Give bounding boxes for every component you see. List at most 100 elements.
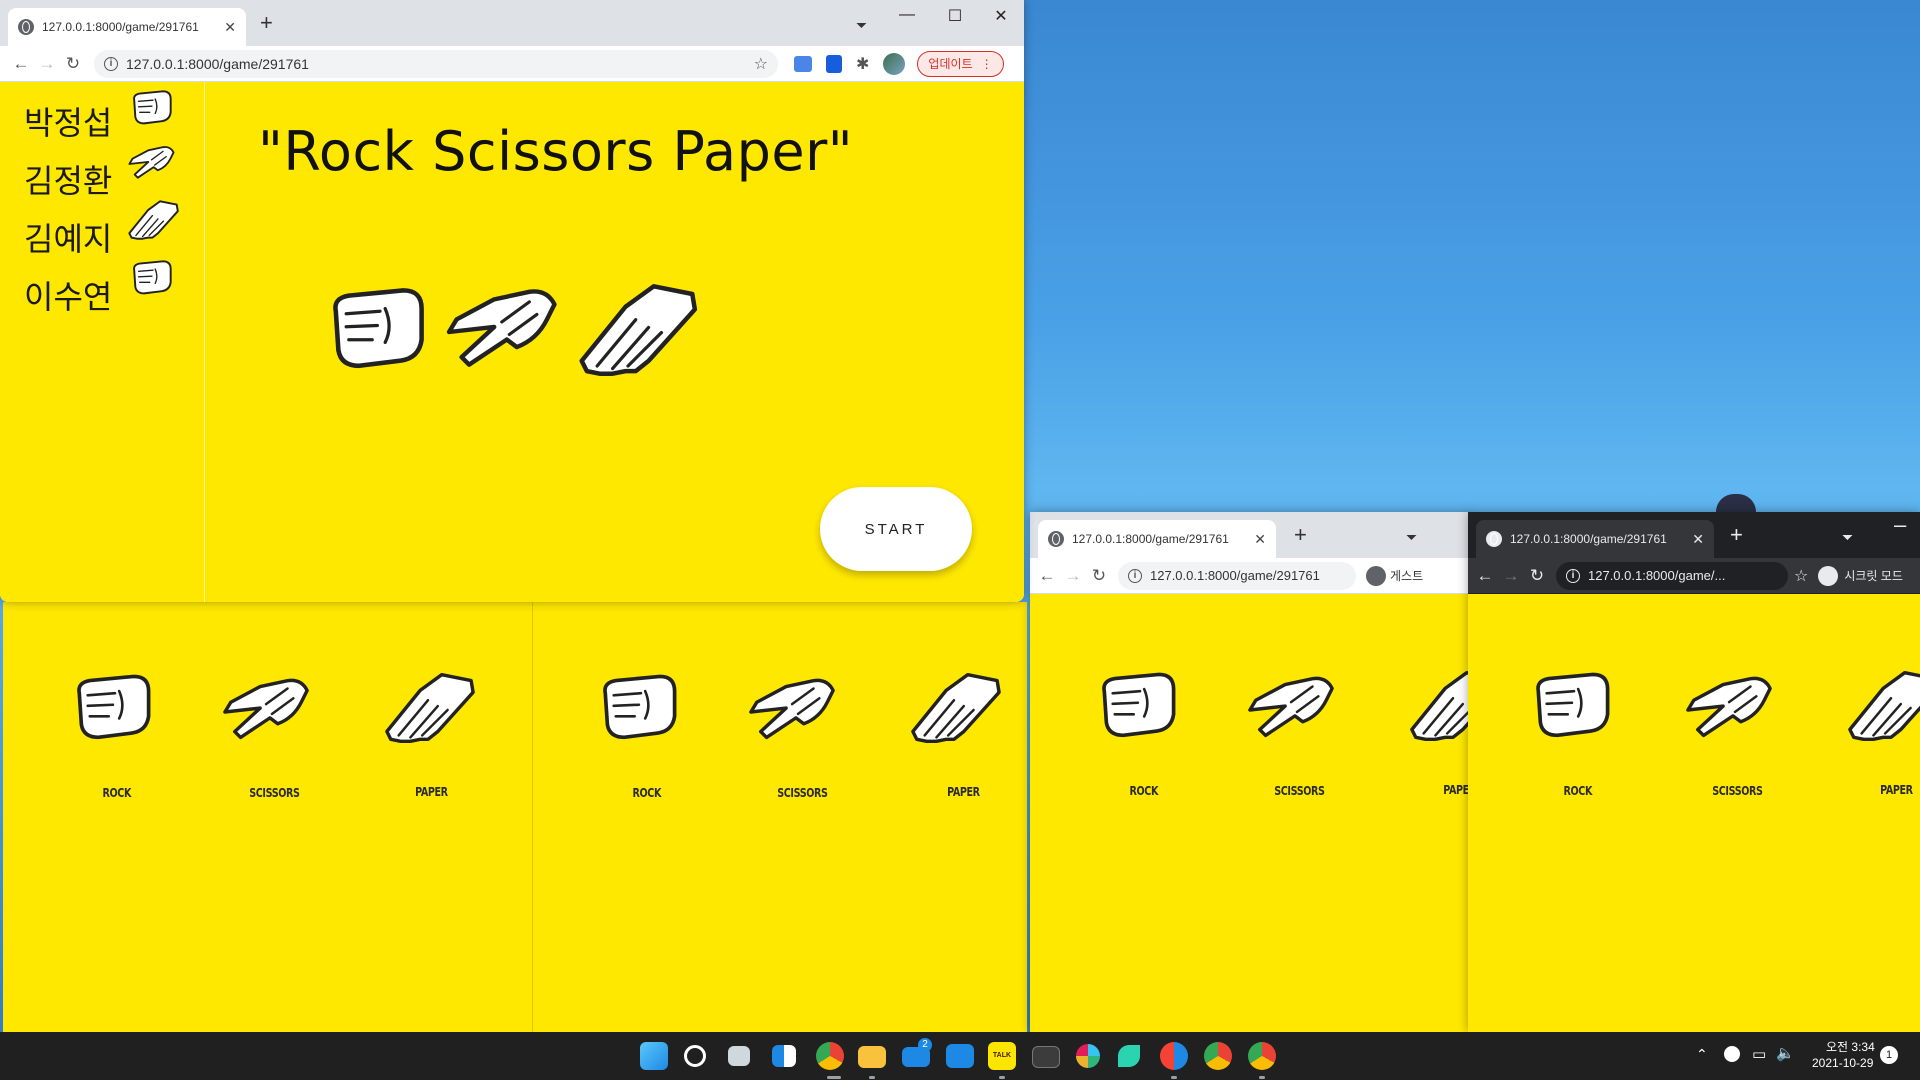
- translate-extension-icon[interactable]: [794, 55, 812, 72]
- player-name: 박정섭: [24, 104, 113, 142]
- scissors-icon[interactable]: [1246, 670, 1338, 750]
- incognito-icon[interactable]: [1818, 565, 1839, 586]
- forward-icon[interactable]: →: [1498, 566, 1524, 586]
- browser-toolbar: ← → ↻ i 127.0.0.1:8000/game/291761 게스트: [1030, 558, 1470, 594]
- close-tab-icon[interactable]: ✕: [1254, 531, 1266, 548]
- update-label: 업데이트: [928, 57, 973, 71]
- profile-label[interactable]: 시크릿 모드: [1844, 567, 1903, 584]
- windows-start-icon[interactable]: [640, 1042, 668, 1070]
- chrome-beta-icon[interactable]: [1160, 1042, 1188, 1070]
- bitwarden-extension-icon[interactable]: [826, 54, 842, 73]
- bookmark-star-icon[interactable]: ☆: [1794, 566, 1808, 586]
- clock-date[interactable]: 2021-10-29: [1812, 1056, 1873, 1070]
- browser-tab[interactable]: 127.0.0.1:8000/game/291761 ✕: [1038, 520, 1276, 558]
- profile-icon[interactable]: [1366, 565, 1386, 586]
- chrome-icon[interactable]: [1204, 1042, 1232, 1070]
- profile-avatar[interactable]: [883, 52, 906, 75]
- scissors-label: SCISSORS: [249, 786, 300, 800]
- update-button[interactable]: 업데이트 ⋮: [917, 50, 1004, 77]
- search-icon[interactable]: [684, 1045, 706, 1067]
- scissors-icon[interactable]: [747, 672, 839, 752]
- show-hidden-icons[interactable]: ⌃: [1696, 1046, 1708, 1063]
- clock-time[interactable]: 오전 3:34: [1826, 1038, 1875, 1055]
- paper-icon: [128, 200, 179, 240]
- browser-window-main: 127.0.0.1:8000/game/291761 ✕ + ⏷ — ☐ ✕ ←…: [0, 0, 1024, 602]
- tray-app-icon[interactable]: [1724, 1046, 1740, 1062]
- site-info-icon[interactable]: i: [1566, 568, 1580, 583]
- close-tab-icon[interactable]: ✕: [224, 19, 236, 36]
- rock-icon[interactable]: [1098, 668, 1182, 748]
- paper-label: PAPER: [1880, 783, 1913, 797]
- address-bar[interactable]: i 127.0.0.1:8000/game/291761 ☆: [94, 49, 778, 78]
- terminal-icon[interactable]: [1032, 1046, 1060, 1068]
- browser-toolbar: ← → ↻ i 127.0.0.1:8000/game/291761 ☆ ✱ 업…: [0, 46, 1024, 82]
- forward-icon[interactable]: →: [1060, 566, 1086, 586]
- address-bar[interactable]: i 127.0.0.1:8000/game/291761: [1118, 561, 1356, 590]
- new-tab-button[interactable]: +: [1294, 524, 1307, 546]
- tab-search-icon[interactable]: ⏷: [1406, 528, 1417, 546]
- kakaotalk-icon[interactable]: TALK: [988, 1042, 1016, 1070]
- close-window-button[interactable]: ✕: [978, 6, 1024, 26]
- new-tab-button[interactable]: +: [260, 12, 273, 34]
- back-icon[interactable]: ←: [1034, 566, 1060, 586]
- minimize-icon[interactable]: –: [1894, 514, 1906, 536]
- tab-search-icon[interactable]: ⏷: [1842, 528, 1853, 546]
- reload-icon[interactable]: ↻: [1086, 566, 1112, 586]
- taskbar: 2 TALK ⌃ ▭ 🔈 오전 3:34 2021-10-29 1: [0, 1032, 1920, 1080]
- back-icon[interactable]: ←: [8, 54, 34, 74]
- chrome-guest-icon[interactable]: [1248, 1042, 1276, 1070]
- tab-title: 127.0.0.1:8000/game/291761: [1510, 532, 1667, 546]
- extensions-puzzle-icon[interactable]: ✱: [856, 54, 869, 74]
- browser-tab[interactable]: 127.0.0.1:8000/game/291761 ✕: [8, 8, 246, 46]
- rock-icon[interactable]: [599, 670, 683, 750]
- slack-icon[interactable]: [1076, 1044, 1100, 1068]
- paper-icon[interactable]: [1844, 666, 1920, 746]
- volume-icon[interactable]: 🔈: [1776, 1044, 1795, 1062]
- close-tab-icon[interactable]: ✕: [1692, 531, 1704, 548]
- game-title: "Rock Scissors Paper": [258, 120, 854, 183]
- forward-icon[interactable]: →: [34, 54, 60, 74]
- scissors-label: SCISSORS: [1712, 784, 1763, 798]
- swift-app-icon[interactable]: [1118, 1045, 1140, 1067]
- profile-label[interactable]: 게스트: [1390, 567, 1423, 584]
- player-name: 이수연: [24, 278, 113, 316]
- maximize-button[interactable]: ☐: [932, 6, 978, 26]
- scissors-icon[interactable]: [221, 672, 313, 752]
- kakao-label: TALK: [992, 1052, 1012, 1059]
- running-indicator: [869, 1076, 875, 1079]
- minimize-button[interactable]: —: [884, 6, 930, 24]
- address-bar[interactable]: i 127.0.0.1:8000/game/...: [1556, 561, 1788, 590]
- back-icon[interactable]: ←: [1472, 566, 1498, 586]
- player-list: 박정섭 김정환 김예지 이수연: [0, 82, 205, 602]
- reload-icon[interactable]: ↻: [60, 54, 86, 74]
- site-info-icon[interactable]: i: [104, 56, 118, 71]
- rock-icon[interactable]: [1532, 668, 1616, 748]
- bookmark-star-icon[interactable]: ☆: [754, 54, 768, 74]
- widgets-icon[interactable]: [772, 1045, 796, 1067]
- notification-count[interactable]: 1: [1880, 1046, 1898, 1064]
- rock-label: ROCK: [1129, 784, 1159, 798]
- game-page: ROCK SCISSORS PAPE: [1030, 594, 1470, 1032]
- scissors-icon[interactable]: [1684, 670, 1776, 750]
- browser-tab[interactable]: 127.0.0.1:8000/game/291761 ✕: [1476, 520, 1714, 558]
- paper-icon[interactable]: [907, 668, 1003, 748]
- start-button[interactable]: START: [820, 487, 972, 571]
- game-window-bg-1: ROCK SCISSORS PAPER: [3, 602, 533, 1032]
- calendar-icon[interactable]: [946, 1044, 974, 1068]
- new-tab-button[interactable]: +: [1730, 524, 1743, 546]
- globe-icon: [18, 19, 34, 35]
- menu-kebab-icon: ⋮: [980, 56, 993, 71]
- chrome-icon[interactable]: [816, 1042, 844, 1070]
- reload-icon[interactable]: ↻: [1524, 566, 1550, 586]
- task-view-icon[interactable]: [728, 1046, 750, 1066]
- scissors-icon: [128, 146, 175, 179]
- tab-search-icon[interactable]: ⏷: [856, 16, 867, 34]
- rock-icon[interactable]: [73, 670, 157, 750]
- paper-icon[interactable]: [381, 668, 477, 748]
- file-explorer-icon[interactable]: [858, 1046, 886, 1068]
- rock-label: ROCK: [102, 786, 132, 800]
- tab-title: 127.0.0.1:8000/game/291761: [1072, 532, 1229, 546]
- network-icon[interactable]: ▭: [1752, 1045, 1766, 1063]
- site-info-icon[interactable]: i: [1128, 568, 1142, 583]
- paper-icon[interactable]: [1406, 666, 1470, 746]
